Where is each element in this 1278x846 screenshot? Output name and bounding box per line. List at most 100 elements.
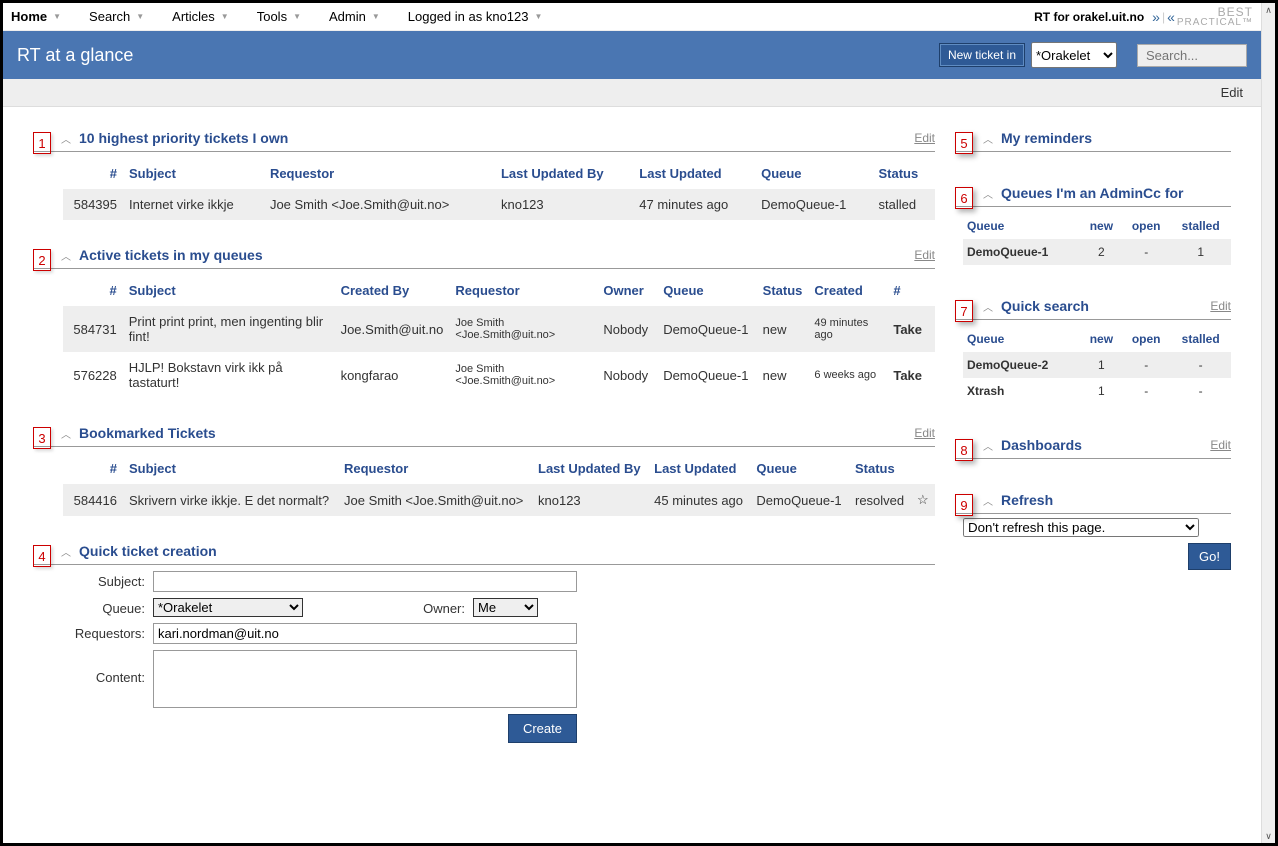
panel-title[interactable]: My reminders (1001, 130, 1092, 146)
banner: RT at a glance New ticket in *Orakelet (3, 31, 1261, 79)
panel-title[interactable]: Refresh (1001, 492, 1053, 508)
chevron-up-icon[interactable]: ︿ (983, 131, 993, 146)
col-id[interactable]: # (63, 158, 123, 189)
chevron-down-icon: ▼ (53, 12, 61, 21)
col-last-by[interactable]: Last Updated By (532, 453, 648, 484)
col-queue[interactable]: Queue (750, 453, 849, 484)
col-queue[interactable]: Queue (755, 158, 872, 189)
col-created[interactable]: Created (808, 275, 887, 306)
best-practical-logo[interactable]: BESTPRACTICAL™ (1177, 7, 1253, 27)
table-row[interactable]: 584395 Internet virke ikkje Joe Smith <J… (63, 189, 935, 220)
take-link[interactable]: Take (887, 306, 935, 352)
col-new[interactable]: new (1081, 213, 1122, 239)
chevron-down-icon: ▼ (372, 12, 380, 21)
panel-title[interactable]: 10 highest priority tickets I own (79, 130, 288, 146)
search-input[interactable] (1137, 44, 1247, 67)
menu-home[interactable]: Home▼ (11, 9, 61, 24)
chevron-up-icon[interactable]: ︿ (61, 131, 71, 146)
col-last[interactable]: Last Updated (633, 158, 755, 189)
col-status[interactable]: Status (873, 158, 936, 189)
chevron-up-icon[interactable]: ︿ (61, 248, 71, 263)
col-id[interactable]: # (63, 453, 123, 484)
menu-search[interactable]: Search▼ (89, 9, 144, 24)
panel-edit-link[interactable]: Edit (1210, 299, 1231, 313)
rt-for-label[interactable]: RT for orakel.uit.no (1034, 10, 1144, 24)
table-row[interactable]: DemoQueue-2 1 - - (963, 352, 1231, 378)
col-subject[interactable]: Subject (123, 275, 335, 306)
col-subject[interactable]: Subject (123, 158, 264, 189)
chevron-up-icon[interactable]: ︿ (983, 493, 993, 508)
page-title: RT at a glance (17, 45, 133, 66)
panel-title[interactable]: Quick search (1001, 298, 1089, 314)
col-last-by[interactable]: Last Updated By (495, 158, 633, 189)
page-edit-link[interactable]: Edit (1221, 85, 1243, 100)
chevron-up-icon[interactable]: ︿ (61, 426, 71, 441)
chevron-up-icon[interactable]: ︿ (983, 186, 993, 201)
col-status[interactable]: Status (849, 453, 911, 484)
panel-edit-link[interactable]: Edit (914, 426, 935, 440)
take-link[interactable]: Take (887, 352, 935, 398)
panel-quicksearch: 7 ︿ Quick search Edit Queue new open sta… (955, 295, 1231, 404)
col-queue[interactable]: Queue (963, 213, 1081, 239)
table-row[interactable]: 584416 Skrivern virke ikkje. E det norma… (63, 484, 935, 516)
col-id[interactable]: # (63, 275, 123, 306)
col-status[interactable]: Status (757, 275, 809, 306)
panel-number: 5 (955, 132, 973, 154)
col-new[interactable]: new (1081, 326, 1122, 352)
panel-edit-link[interactable]: Edit (914, 131, 935, 145)
scroll-up-icon[interactable]: ∧ (1262, 3, 1275, 17)
panel-title[interactable]: Active tickets in my queues (79, 247, 263, 263)
requestors-label: Requestors: (63, 623, 153, 641)
col-last[interactable]: Last Updated (648, 453, 750, 484)
col-queue[interactable]: Queue (963, 326, 1081, 352)
panel-title[interactable]: Queues I'm an AdminCc for (1001, 185, 1184, 201)
content-textarea[interactable] (153, 650, 577, 708)
col-requestor[interactable]: Requestor (338, 453, 532, 484)
panel-title[interactable]: Dashboards (1001, 437, 1082, 453)
subject-input[interactable] (153, 571, 577, 592)
chevron-up-icon[interactable]: ︿ (61, 544, 71, 559)
chevron-left-icon[interactable]: « (1167, 9, 1175, 25)
col-created-by[interactable]: Created By (335, 275, 450, 306)
chevron-up-icon[interactable]: ︿ (983, 299, 993, 314)
scroll-down-icon[interactable]: ∨ (1262, 829, 1275, 843)
col-requestor[interactable]: Requestor (264, 158, 495, 189)
scrollbar[interactable]: ∧ ∨ (1261, 3, 1275, 843)
col-action[interactable]: # (887, 275, 935, 306)
requestors-input[interactable] (153, 623, 577, 644)
col-open[interactable]: open (1122, 326, 1170, 352)
menu-admin[interactable]: Admin▼ (329, 9, 380, 24)
col-stalled[interactable]: stalled (1170, 213, 1231, 239)
col-queue[interactable]: Queue (657, 275, 756, 306)
table-row[interactable]: 584731 Print print print, men ingenting … (63, 306, 935, 352)
menu-logged-in[interactable]: Logged in as kno123▼ (408, 9, 543, 24)
col-subject[interactable]: Subject (123, 453, 338, 484)
panel-title[interactable]: Bookmarked Tickets (79, 425, 216, 441)
col-stalled[interactable]: stalled (1170, 326, 1231, 352)
new-ticket-queue-select[interactable]: *Orakelet (1031, 42, 1117, 68)
chevron-right-icon[interactable]: » (1152, 9, 1160, 25)
create-button[interactable]: Create (508, 714, 577, 743)
chevron-up-icon[interactable]: ︿ (983, 438, 993, 453)
panel-edit-link[interactable]: Edit (914, 248, 935, 262)
table-row[interactable]: Xtrash 1 - - (963, 378, 1231, 404)
queue-select[interactable]: *Orakelet (153, 598, 303, 617)
panel-title[interactable]: Quick ticket creation (79, 543, 217, 559)
owner-select[interactable]: Me (473, 598, 538, 617)
chevron-down-icon: ▼ (221, 12, 229, 21)
table-row[interactable]: 576228 HJLP! Bokstavn virk ikk på tastat… (63, 352, 935, 398)
refresh-select[interactable]: Don't refresh this page. (963, 518, 1199, 537)
panel-number: 9 (955, 494, 973, 516)
table-row[interactable]: DemoQueue-1 2 - 1 (963, 239, 1231, 265)
new-ticket-button[interactable]: New ticket in (939, 43, 1025, 67)
panel-edit-link[interactable]: Edit (1210, 438, 1231, 452)
panel-refresh: 9 ︿ Refresh Don't refresh this page. Go! (955, 489, 1231, 570)
go-button[interactable]: Go! (1188, 543, 1231, 570)
star-icon[interactable]: ☆ (911, 484, 935, 516)
menu-articles[interactable]: Articles▼ (172, 9, 229, 24)
panel-number: 2 (33, 249, 51, 271)
col-open[interactable]: open (1122, 213, 1170, 239)
col-owner[interactable]: Owner (597, 275, 657, 306)
menu-tools[interactable]: Tools▼ (257, 9, 301, 24)
col-requestor[interactable]: Requestor (449, 275, 597, 306)
